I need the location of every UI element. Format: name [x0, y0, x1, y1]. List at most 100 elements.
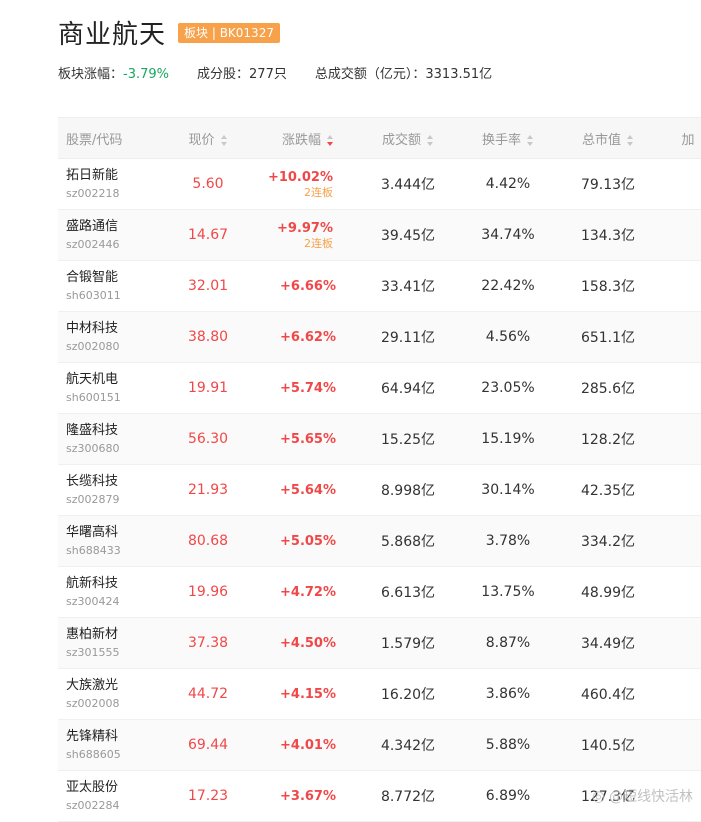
- stock-cell[interactable]: 中材科技 sz002080: [58, 320, 158, 354]
- turnover-cell: 4.42%: [485, 176, 531, 192]
- sort-icon[interactable]: [220, 134, 228, 146]
- cap-cell: 134.3亿: [580, 228, 636, 244]
- stock-name[interactable]: 航天机电: [66, 371, 158, 388]
- streak-badge: 2连板: [304, 237, 333, 250]
- volume-cell: 64.94亿: [380, 381, 436, 397]
- header-cap[interactable]: 总市值: [558, 129, 658, 148]
- stock-name[interactable]: 隆盛科技: [66, 422, 158, 439]
- stock-code: sh688433: [66, 544, 121, 557]
- stock-name[interactable]: 惠柏新材: [66, 626, 158, 643]
- constituent-count: 成分股：277只: [197, 63, 287, 82]
- stock-code: sz300680: [66, 442, 120, 455]
- stock-cell[interactable]: 长缆科技 sz002879: [58, 473, 158, 507]
- change-value: +5.65%: [280, 431, 336, 447]
- stock-name[interactable]: 亚太股份: [66, 779, 158, 796]
- stock-cell[interactable]: 隆盛科技 sz300680: [58, 422, 158, 456]
- header-more[interactable]: 加: [658, 129, 701, 148]
- stock-name[interactable]: 航新科技: [66, 575, 158, 592]
- change-cell: +4.15%: [258, 686, 358, 703]
- cap-cell: 158.3亿: [580, 279, 636, 295]
- header-turnover-label: 换手率: [481, 132, 521, 148]
- sector-change-value: -3.79%: [123, 67, 170, 82]
- table-row[interactable]: 华曙高科 sh688433 80.68 +5.05% 5.868亿 3.78% 334.2亿: [58, 516, 701, 567]
- stock-cell[interactable]: 惠柏新材 sz301555: [58, 626, 158, 660]
- stock-cell[interactable]: 合锻智能 sh603011: [58, 269, 158, 303]
- volume-cell: 15.25亿: [380, 432, 436, 448]
- table-row[interactable]: 盛路通信 sz002446 14.67 +9.97% 2连板 39.45亿 34.74% 13…: [58, 210, 701, 261]
- change-value: +4.01%: [280, 737, 336, 753]
- table-row[interactable]: 先锋精科 sh688605 69.44 +4.01% 4.342亿 5.88% 140.5亿: [58, 720, 701, 771]
- turnover-cell: 30.14%: [481, 482, 535, 498]
- cap-cell: 42.35亿: [580, 483, 636, 499]
- sort-icon[interactable]: [427, 134, 434, 146]
- price-cell: 56.30: [187, 431, 229, 447]
- cap-cell: 460.4亿: [580, 687, 636, 703]
- header-change[interactable]: 涨跌幅: [258, 129, 358, 148]
- page-title: 商业航天: [58, 20, 167, 50]
- table-row[interactable]: 大族激光 sz002008 44.72 +4.15% 16.20亿 3.86% 460.4亿: [58, 669, 701, 720]
- table-row[interactable]: 长缆科技 sz002879 21.93 +5.64% 8.998亿 30.14% 42.35…: [58, 465, 701, 516]
- turnover-cell: 5.88%: [485, 737, 531, 753]
- header-turnover[interactable]: 换手率: [458, 129, 558, 148]
- stock-name[interactable]: 合锻智能: [66, 269, 158, 286]
- stock-code: sz002008: [66, 697, 120, 710]
- turnover-cell: 15.19%: [481, 431, 535, 447]
- stock-name[interactable]: 中材科技: [66, 320, 158, 337]
- stock-code: sz300424: [66, 595, 120, 608]
- stock-name[interactable]: 大族激光: [66, 677, 158, 694]
- table-row[interactable]: 航天机电 sh600151 19.91 +5.74% 64.94亿 23.05% 285.6…: [58, 363, 701, 414]
- stock-cell[interactable]: 华曙高科 sh688433: [58, 524, 158, 558]
- price-cell: 17.23: [187, 788, 229, 804]
- change-value: +4.50%: [280, 635, 336, 651]
- stock-name[interactable]: 华曙高科: [66, 524, 158, 541]
- stock-cell[interactable]: 航天机电 sh600151: [58, 371, 158, 405]
- change-cell: +3.67%: [258, 788, 358, 805]
- change-value: +4.15%: [280, 686, 336, 702]
- cap-cell: 285.6亿: [580, 381, 636, 397]
- change-cell: +9.97% 2连板: [258, 220, 358, 250]
- change-value: +3.67%: [280, 788, 336, 804]
- turnover-cell: 23.05%: [481, 380, 535, 396]
- change-cell: +6.66%: [258, 278, 358, 295]
- volume-cell: 4.342亿: [380, 738, 436, 754]
- sort-icon[interactable]: [627, 134, 634, 146]
- stock-cell[interactable]: 亚太股份 sz002284: [58, 779, 158, 813]
- header-price[interactable]: 现价: [158, 129, 258, 148]
- stock-code: sz002080: [66, 340, 120, 353]
- stock-code: sh600151: [66, 391, 121, 404]
- change-value: +4.72%: [280, 584, 336, 600]
- table-row[interactable]: 合锻智能 sh603011 32.01 +6.66% 33.41亿 22.42% 158.3…: [58, 261, 701, 312]
- stock-name[interactable]: 拓日新能: [66, 167, 158, 184]
- price-cell: 37.38: [187, 635, 229, 651]
- stock-cell[interactable]: 大族激光 sz002008: [58, 677, 158, 711]
- table-row[interactable]: 中材科技 sz002080 38.80 +6.62% 29.11亿 4.56% 651.1亿: [58, 312, 701, 363]
- stock-cell[interactable]: 拓日新能 sz002218: [58, 167, 158, 201]
- change-value: +9.97%: [277, 221, 333, 236]
- stock-cell[interactable]: 先锋精科 sh688605: [58, 728, 158, 762]
- stock-cell[interactable]: 航新科技 sz300424: [58, 575, 158, 609]
- table-row[interactable]: 拓日新能 sz002218 5.60 +10.02% 2连板 3.444亿 4.42% 79.…: [58, 159, 701, 210]
- price-cell: 38.80: [187, 329, 229, 345]
- price-cell: 80.68: [187, 533, 229, 549]
- stock-name[interactable]: 盛路通信: [66, 218, 158, 235]
- cap-cell: 140.5亿: [580, 738, 636, 754]
- table-row[interactable]: 隆盛科技 sz300680 56.30 +5.65% 15.25亿 15.19% 128.2…: [58, 414, 701, 465]
- turnover-cell: 22.42%: [481, 278, 535, 294]
- sort-icon[interactable]: [527, 134, 534, 146]
- volume-cell: 16.20亿: [380, 687, 436, 703]
- sort-desc-active-icon[interactable]: [327, 134, 334, 146]
- sector-change-label: 板块涨幅：: [58, 67, 124, 82]
- turnover-cell: 6.89%: [485, 788, 531, 804]
- header-name-label: 股票/代码: [66, 132, 123, 148]
- table-row[interactable]: 惠柏新材 sz301555 37.38 +4.50% 1.579亿 8.87% 34.49亿: [58, 618, 701, 669]
- volume-cell: 39.45亿: [380, 228, 436, 244]
- table-row[interactable]: 航新科技 sz300424 19.96 +4.72% 6.613亿 13.75% 48.99…: [58, 567, 701, 618]
- stock-cell[interactable]: 盛路通信 sz002446: [58, 218, 158, 252]
- header-volume[interactable]: 成交额: [358, 129, 458, 148]
- price-cell: 69.44: [187, 737, 229, 753]
- stock-name[interactable]: 长缆科技: [66, 473, 158, 490]
- header-name: 股票/代码: [58, 129, 158, 148]
- stock-name[interactable]: 先锋精科: [66, 728, 158, 745]
- price-cell: 44.72: [187, 686, 229, 702]
- price-cell: 19.96: [187, 584, 229, 600]
